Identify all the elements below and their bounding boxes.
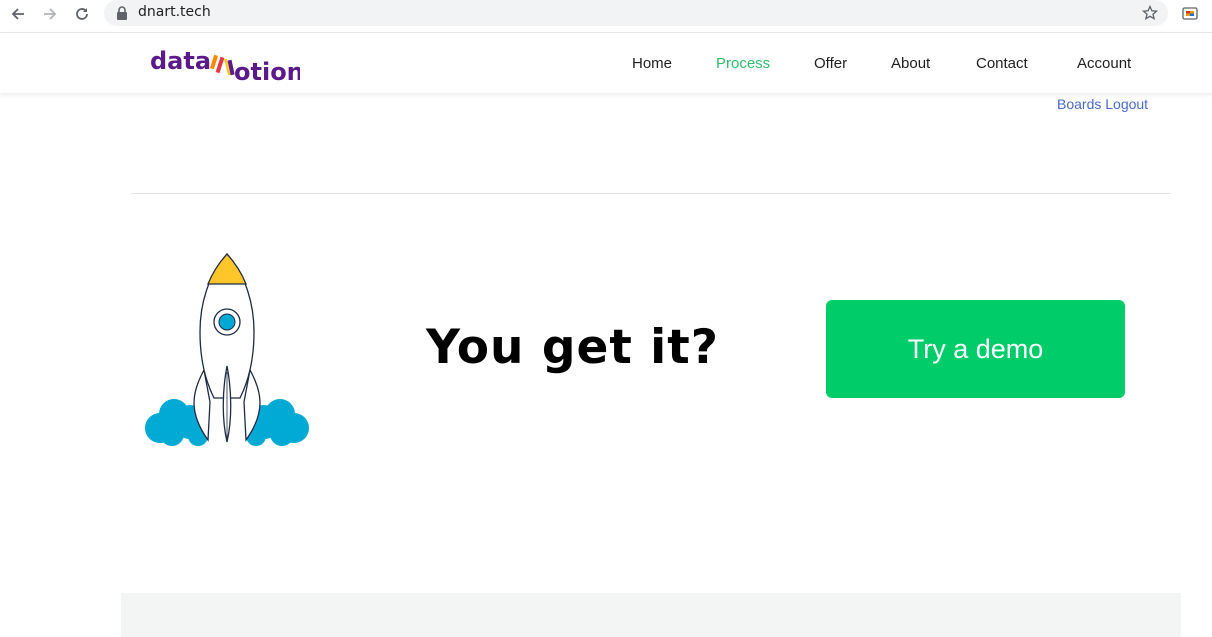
lock-icon	[117, 6, 127, 20]
rocket-illustration	[145, 253, 309, 446]
nav-about[interactable]: About	[891, 55, 930, 72]
nav-offer[interactable]: Offer	[814, 55, 847, 72]
site-header: data otion Home Process Offer About Cont…	[0, 32, 1212, 93]
star-icon[interactable]	[1142, 5, 1158, 21]
boards-link[interactable]: Boards	[1057, 96, 1101, 112]
account-sub-links: Boards Logout	[1057, 96, 1148, 112]
browser-toolbar: dnart.tech	[0, 0, 1212, 27]
logout-link[interactable]: Logout	[1105, 96, 1148, 112]
hero-headline: You get it?	[426, 320, 720, 375]
address-bar[interactable]: dnart.tech	[104, 0, 1168, 26]
reload-icon[interactable]	[71, 3, 93, 25]
footer-section	[121, 593, 1181, 637]
nav-account[interactable]: Account	[1077, 55, 1131, 72]
nav-process[interactable]: Process	[716, 55, 770, 72]
main-navigation: Home Process Offer About Contact Account	[0, 55, 1212, 75]
forward-arrow-icon[interactable]	[39, 3, 61, 25]
nav-contact[interactable]: Contact	[976, 55, 1028, 72]
extension-icon[interactable]	[1182, 5, 1198, 21]
back-arrow-icon[interactable]	[7, 3, 29, 25]
url-text: dnart.tech	[138, 4, 211, 20]
nav-home[interactable]: Home	[632, 55, 672, 72]
section-divider	[131, 193, 1171, 194]
try-demo-button[interactable]: Try a demo	[826, 300, 1125, 398]
